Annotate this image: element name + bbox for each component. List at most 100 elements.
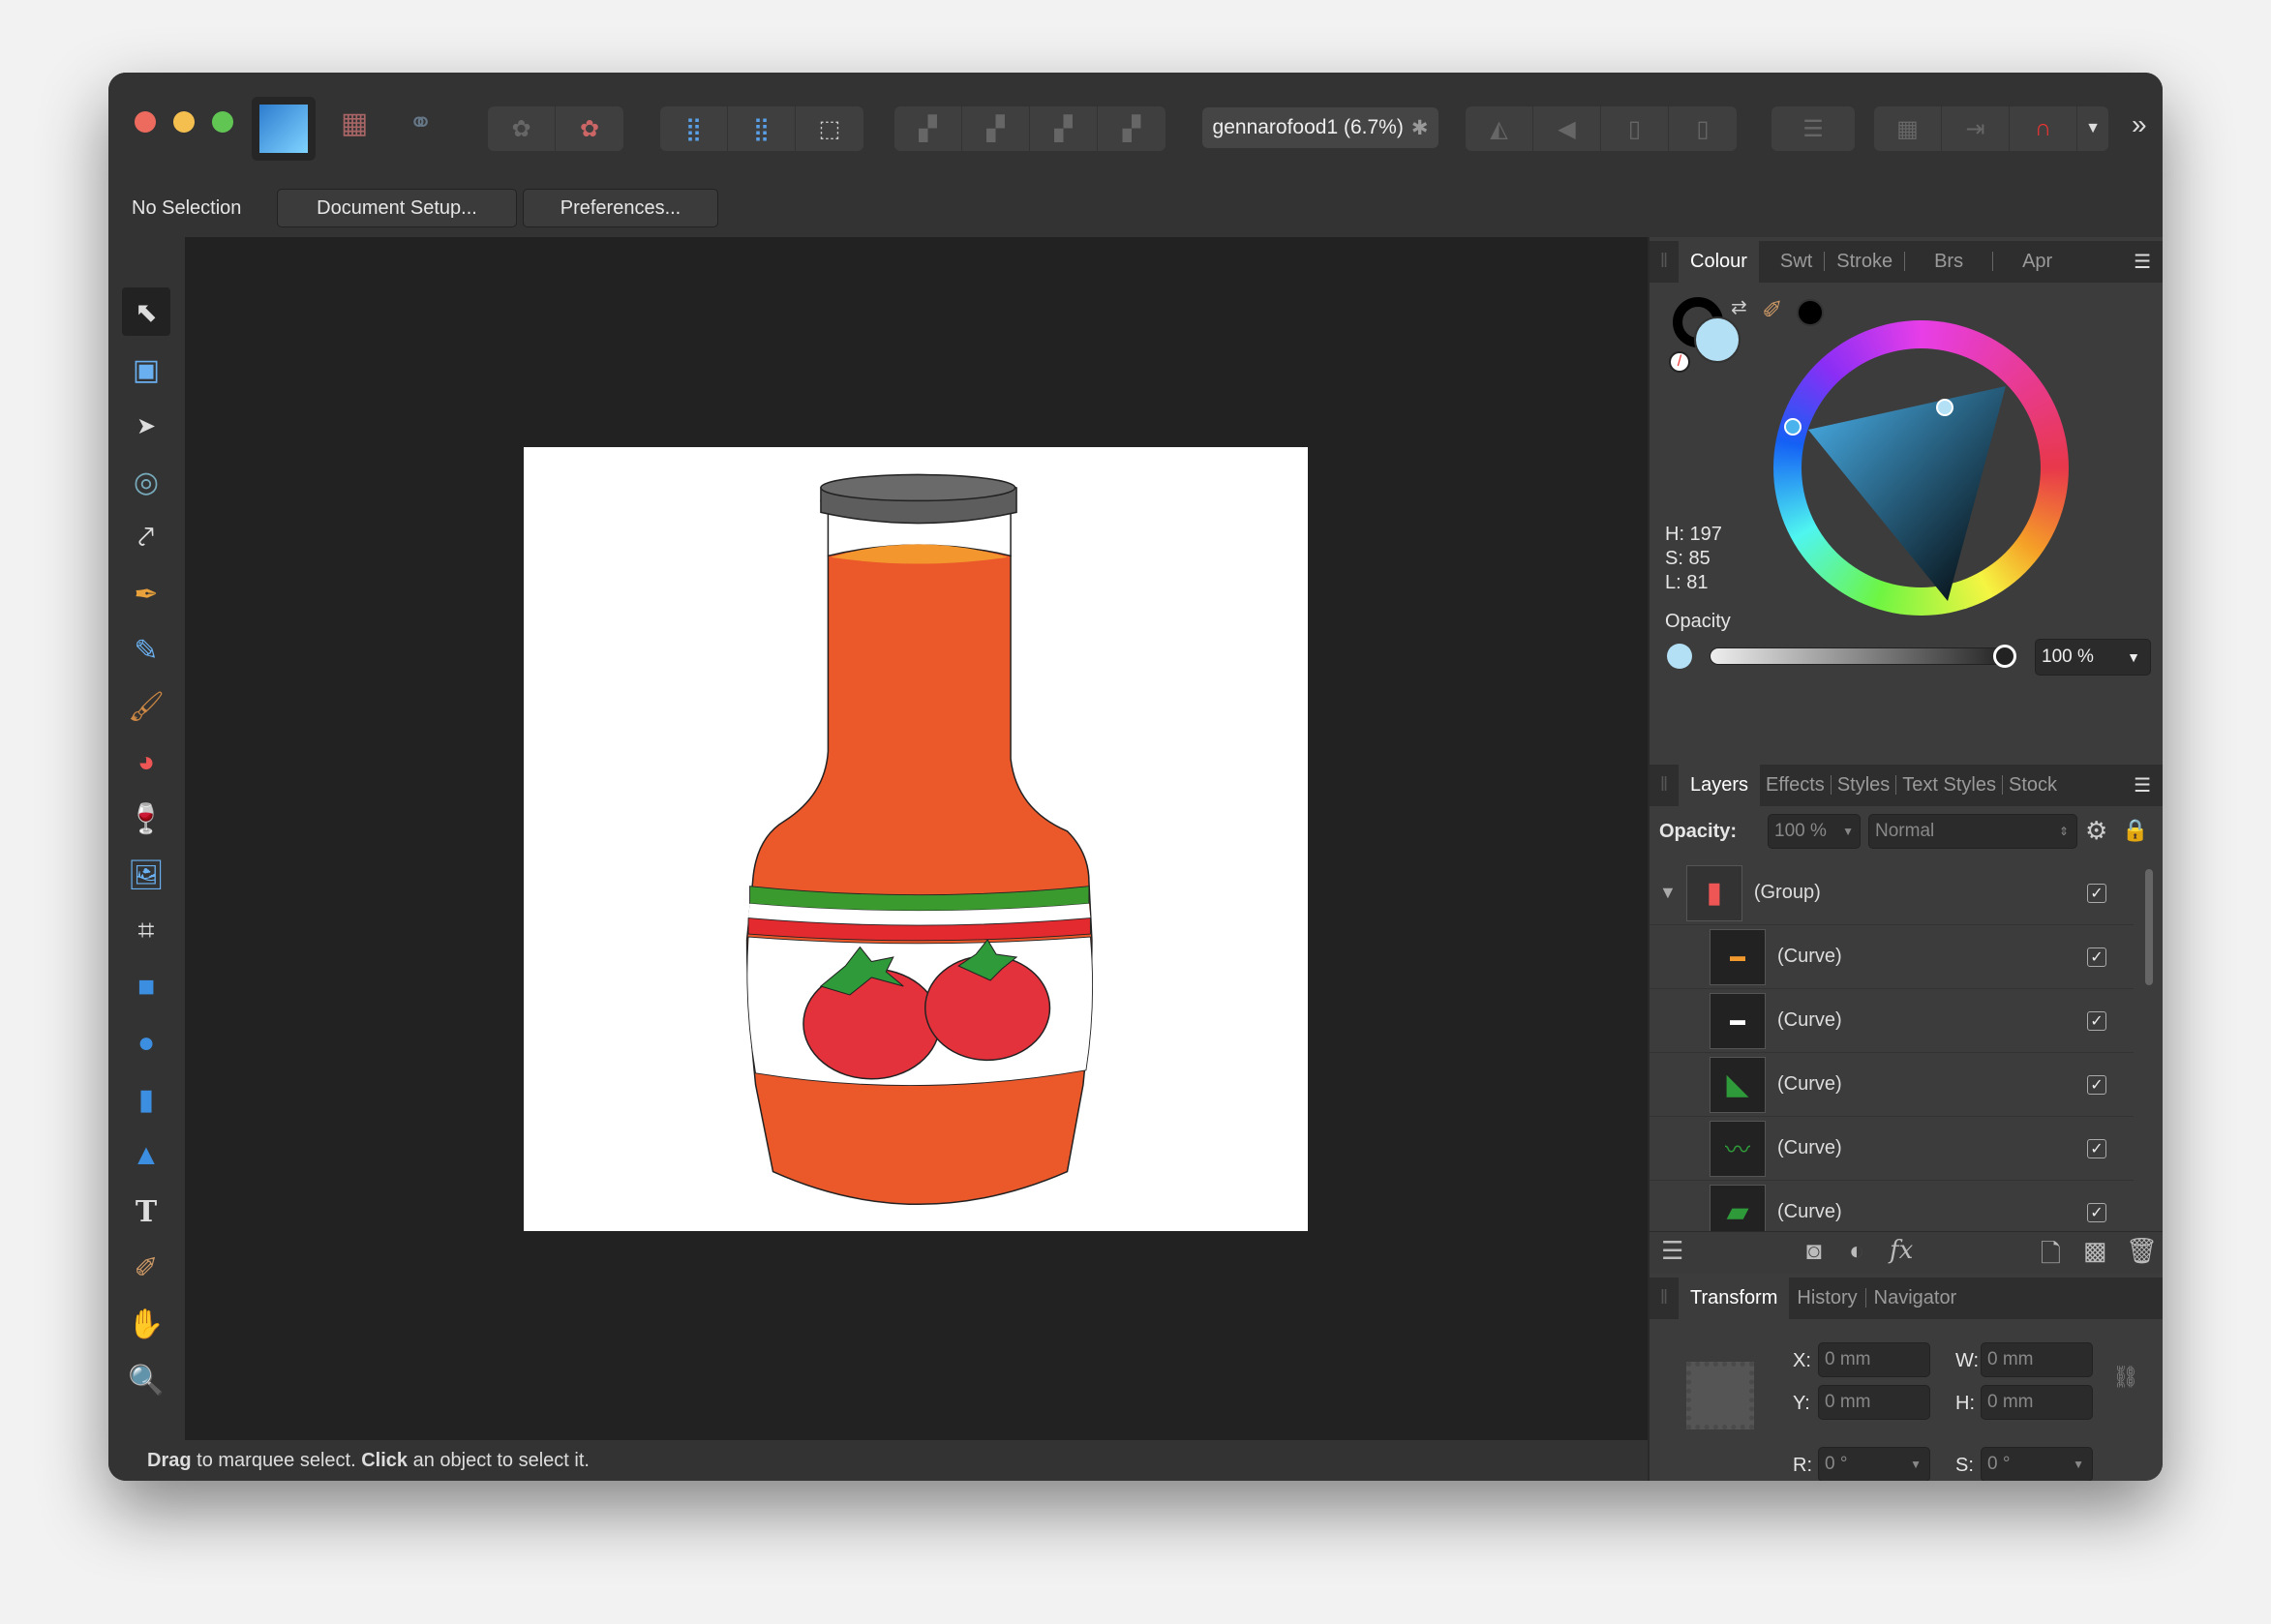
hue-wheel[interactable]	[1773, 320, 2069, 616]
shape-icon[interactable]: ⬚	[796, 106, 863, 151]
swap-colors-icon[interactable]: ⇄	[1731, 295, 1747, 319]
grid-inside-icon[interactable]: ⣿	[660, 106, 728, 151]
grip-icon[interactable]: ‖	[1650, 765, 1679, 806]
tab-appearance[interactable]: Apr	[1993, 241, 2081, 283]
eyedropper-tool-icon[interactable]: ✐	[122, 1244, 170, 1292]
close-button[interactable]	[135, 111, 156, 133]
flip-v-icon[interactable]: ◀	[1533, 106, 1601, 151]
visibility-checkbox[interactable]: ✓	[2087, 1202, 2106, 1222]
flip-h-icon[interactable]: ◭	[1466, 106, 1533, 151]
artboard-tool-icon[interactable]: ▣	[122, 346, 170, 394]
toolbar-overflow-button[interactable]: »	[2132, 109, 2147, 140]
tab-stock[interactable]: Stock	[2003, 765, 2063, 806]
saturation-triangle[interactable]	[1773, 320, 2069, 616]
ellipse-tool-icon[interactable]: ●	[122, 1019, 170, 1068]
tab-colour[interactable]: Colour	[1679, 241, 1759, 283]
layers-scrollbar[interactable]	[2145, 869, 2153, 985]
crop-tool-icon[interactable]: ⌗	[122, 907, 170, 955]
minimize-button[interactable]	[173, 111, 195, 133]
color-handle[interactable]	[1936, 399, 1953, 416]
layer-opacity-field[interactable]: 100 % ▼	[1768, 814, 1861, 849]
layers-stack-icon[interactable]: ☰	[1661, 1236, 1683, 1266]
shear-field[interactable]: 0 ° ▼	[1981, 1447, 2093, 1481]
hue-handle[interactable]	[1784, 418, 1802, 436]
visibility-checkbox[interactable]: ✓	[2087, 883, 2106, 903]
rotate-left-icon[interactable]: ▯	[1601, 106, 1669, 151]
rotate-right-icon[interactable]: ▯	[1669, 106, 1737, 151]
tab-layers[interactable]: Layers	[1679, 765, 1761, 806]
rectangle-tool-icon[interactable]: ■	[122, 963, 170, 1011]
pencil-tool-icon[interactable]: ✎	[122, 626, 170, 675]
fill-swatch[interactable]	[1694, 316, 1741, 363]
zoom-tool-icon[interactable]: 🔍	[122, 1356, 170, 1404]
tab-swatches[interactable]: Swt	[1769, 241, 1824, 283]
rounded-rect-tool-icon[interactable]: ▮	[122, 1075, 170, 1124]
anchor-selector[interactable]	[1686, 1362, 1754, 1429]
layer-row[interactable]: ◣ (Curve) ✓	[1650, 1053, 2134, 1117]
fx-icon[interactable]: fx	[1890, 1236, 1913, 1265]
visibility-checkbox[interactable]: ✓	[2087, 1010, 2106, 1031]
gear-icon[interactable]: ⚙	[2085, 816, 2107, 846]
snap-dropdown-icon[interactable]: ▼	[2077, 106, 2108, 151]
forward-icon[interactable]: ▞	[1030, 106, 1098, 151]
export-persona-icon[interactable]: ⚭	[409, 106, 433, 140]
zoom-button[interactable]	[212, 111, 233, 133]
tab-styles[interactable]: Styles	[1832, 765, 1895, 806]
opacity-slider-handle[interactable]	[1993, 645, 2016, 668]
h-field[interactable]: 0 mm	[1981, 1385, 2093, 1420]
grid-icon[interactable]: ▦	[1874, 106, 1942, 151]
new-layer-icon[interactable]: 🗋	[2041, 1236, 2061, 1278]
pen-tool-icon[interactable]: ✒	[122, 570, 170, 618]
expand-arrow-icon[interactable]: ▼	[1659, 883, 1677, 903]
flower-up-icon[interactable]: ✿	[488, 106, 556, 151]
layer-row[interactable]: ▬ (Curve) ✓	[1650, 989, 2134, 1053]
tab-history[interactable]: History	[1789, 1278, 1864, 1319]
document-setup-button[interactable]: Document Setup...	[277, 189, 517, 227]
x-field[interactable]: 0 mm	[1818, 1342, 1930, 1377]
canvas[interactable]	[185, 237, 1648, 1440]
triangle-tool-icon[interactable]: ▲	[122, 1131, 170, 1180]
tab-brushes[interactable]: Brs	[1905, 241, 1992, 283]
pixel-persona-icon[interactable]: ▦	[341, 106, 368, 140]
corner-tool-icon[interactable]: ◎	[122, 458, 170, 506]
layer-row[interactable]: ▬ (Curve) ✓	[1650, 925, 2134, 989]
w-field[interactable]: 0 mm	[1981, 1342, 2093, 1377]
backward-icon[interactable]: ▞	[962, 106, 1030, 151]
adjustment-icon[interactable]: ◐	[1849, 1236, 1864, 1266]
visibility-checkbox[interactable]: ✓	[2087, 1138, 2106, 1158]
preferences-button[interactable]: Preferences...	[523, 189, 718, 227]
designer-persona-button[interactable]	[252, 97, 316, 161]
visibility-checkbox[interactable]: ✓	[2087, 1074, 2106, 1095]
no-color-icon[interactable]: /	[1669, 351, 1690, 373]
panel-menu-icon[interactable]: ☰	[2122, 241, 2163, 283]
back-icon[interactable]: ▞	[894, 106, 962, 151]
visibility-checkbox[interactable]: ✓	[2087, 947, 2106, 967]
align-icon[interactable]: ☰	[1771, 106, 1855, 151]
magnet-icon[interactable]: ∩	[2010, 106, 2077, 151]
text-tool-icon[interactable]: T	[122, 1188, 170, 1236]
y-field[interactable]: 0 mm	[1818, 1385, 1930, 1420]
move-tool-icon[interactable]: ⬉	[122, 287, 170, 336]
transparency-tool-icon[interactable]: 🍷	[122, 795, 170, 843]
link-icon[interactable]: ⛓	[2112, 1365, 2139, 1390]
panel-menu-icon[interactable]: ☰	[2122, 765, 2163, 806]
opacity-slider[interactable]	[1710, 645, 2016, 668]
hand-tool-icon[interactable]: ✋	[122, 1300, 170, 1348]
blend-mode-select[interactable]: Normal ⇕	[1868, 814, 2077, 849]
grip-icon[interactable]: ‖	[1650, 1278, 1679, 1319]
tab-navigator[interactable]: Navigator	[1866, 1278, 1965, 1319]
pixel-layer-icon[interactable]: ▩	[2083, 1236, 2107, 1266]
layer-row[interactable]: ▼ ▮ (Group) ✓	[1650, 861, 2134, 925]
opacity-value-field[interactable]: 100 % ▼	[2035, 639, 2151, 676]
trash-icon[interactable]: 🗑	[2126, 1236, 2158, 1266]
layer-row[interactable]: 〰 (Curve) ✓	[1650, 1117, 2134, 1181]
tab-transform[interactable]: Transform	[1679, 1278, 1790, 1319]
mask-icon[interactable]: ◙	[1806, 1236, 1822, 1266]
node-tool-icon[interactable]: ➤	[122, 402, 170, 450]
brush-tool-icon[interactable]: 🖌	[122, 682, 170, 731]
snap-icon[interactable]: ⇥	[1942, 106, 2010, 151]
place-image-icon[interactable]: 🖼	[122, 851, 170, 899]
tab-text-styles[interactable]: Text Styles	[1896, 765, 2002, 806]
fill-tool-icon[interactable]: ◕	[122, 738, 170, 787]
point-transform-icon[interactable]: ⤤	[122, 514, 170, 562]
